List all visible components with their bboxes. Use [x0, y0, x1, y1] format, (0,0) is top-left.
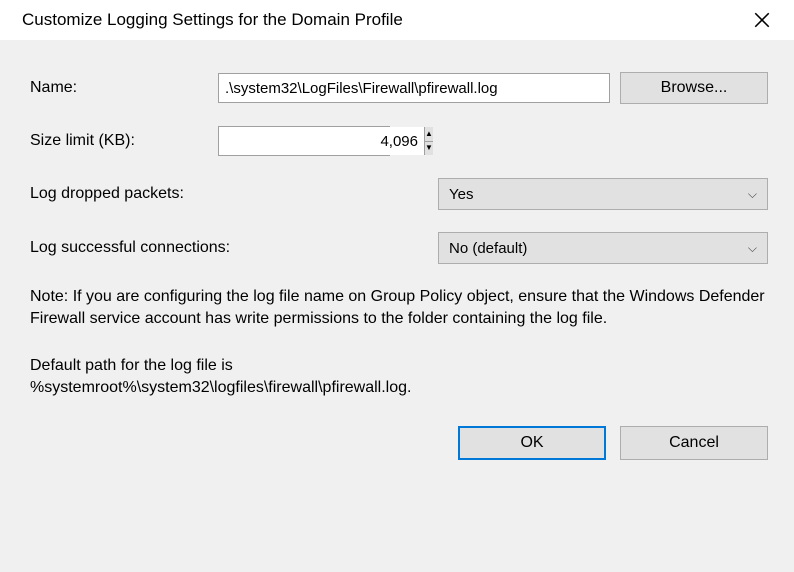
window-title: Customize Logging Settings for the Domai…: [22, 10, 403, 30]
default-path-text: Default path for the log file is %system…: [30, 355, 768, 398]
connections-dropdown[interactable]: No (default) ⌵: [438, 232, 768, 264]
path-value: %systemroot%\system32\logfiles\firewall\…: [30, 379, 411, 396]
spinner-up-button[interactable]: ▲: [425, 127, 433, 142]
browse-button[interactable]: Browse...: [620, 72, 768, 104]
dropped-packets-dropdown[interactable]: Yes ⌵: [438, 178, 768, 210]
button-row: OK Cancel: [30, 426, 768, 460]
note-text: Note: If you are configuring the log fil…: [30, 286, 768, 329]
dialog-content: Name: Browse... Size limit (KB): ▲ ▼ Log…: [0, 40, 794, 480]
size-input[interactable]: [219, 127, 424, 155]
spinner-down-button[interactable]: ▼: [425, 142, 433, 156]
dropped-packets-value: Yes: [449, 186, 473, 203]
close-icon: [753, 11, 771, 29]
chevron-down-icon: ⌵: [748, 241, 757, 256]
dropped-packets-row: Log dropped packets: Yes ⌵: [30, 178, 768, 210]
connections-value: No (default): [449, 240, 527, 257]
close-button[interactable]: [748, 6, 776, 34]
path-intro: Default path for the log file is: [30, 357, 233, 374]
name-input[interactable]: [218, 73, 610, 103]
connections-row: Log successful connections: No (default)…: [30, 232, 768, 264]
name-row: Name: Browse...: [30, 72, 768, 104]
cancel-button[interactable]: Cancel: [620, 426, 768, 460]
size-label: Size limit (KB):: [30, 132, 218, 150]
ok-button[interactable]: OK: [458, 426, 606, 460]
chevron-down-icon: ⌵: [748, 187, 757, 202]
connections-label: Log successful connections:: [30, 239, 438, 257]
dropped-packets-label: Log dropped packets:: [30, 185, 438, 203]
spinner-buttons: ▲ ▼: [424, 127, 433, 155]
title-bar: Customize Logging Settings for the Domai…: [0, 0, 794, 40]
size-row: Size limit (KB): ▲ ▼: [30, 126, 768, 156]
size-spinner[interactable]: ▲ ▼: [218, 126, 390, 156]
name-label: Name:: [30, 79, 218, 97]
